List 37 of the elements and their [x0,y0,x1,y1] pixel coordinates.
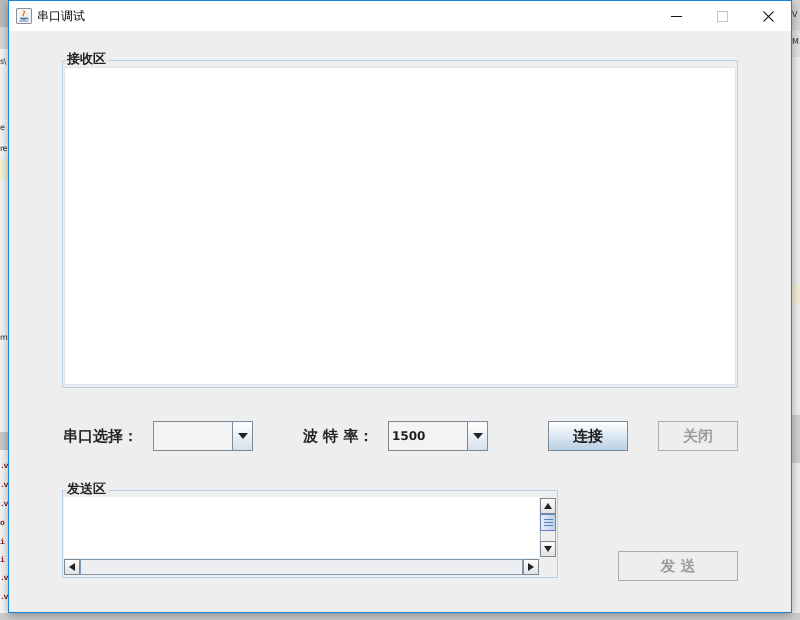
background-text: m [0,333,8,343]
background-text: .v [0,593,8,603]
vertical-scrollbar[interactable] [540,498,556,557]
scroll-down-button[interactable] [540,541,556,557]
port-dropdown[interactable] [153,421,253,451]
caret-down-icon [472,433,482,439]
background-text: i [0,556,4,566]
background-text: e [0,123,4,133]
window-title: 串口调试 [37,8,85,24]
background-text: .v [0,481,8,491]
grip-lines-icon [544,519,552,526]
scroll-left-button[interactable] [64,559,80,575]
caret-up-icon [544,503,552,509]
caret-down-icon [238,433,248,439]
field-label: 波 特 率： [303,426,374,446]
background-text: .v [0,574,8,584]
baud-rate-dropdown[interactable]: 1500 [388,421,488,451]
connect-button[interactable]: 连接 [548,421,628,451]
background-text: V [792,10,797,20]
background-text: re [0,144,7,154]
caret-down-icon [544,546,552,552]
close-icon[interactable] [762,10,774,22]
caret-right-icon [528,563,534,571]
caret-left-icon [69,563,75,571]
background-text: s\ [0,57,6,67]
cup-icon [16,8,32,24]
background-text: .v [0,500,8,510]
field-label: 串口选择： [63,426,138,446]
background-text: M [792,37,798,47]
background-text: i [0,538,4,548]
background-text: o [0,519,4,529]
scroll-up-button[interactable] [540,498,556,514]
background-text: .v [0,462,8,472]
scroll-right-button[interactable] [523,559,539,575]
scrollbar-thumb[interactable] [540,514,556,531]
panel-title: 发送区 [66,483,107,497]
panel-title: 接收区 [66,53,107,67]
